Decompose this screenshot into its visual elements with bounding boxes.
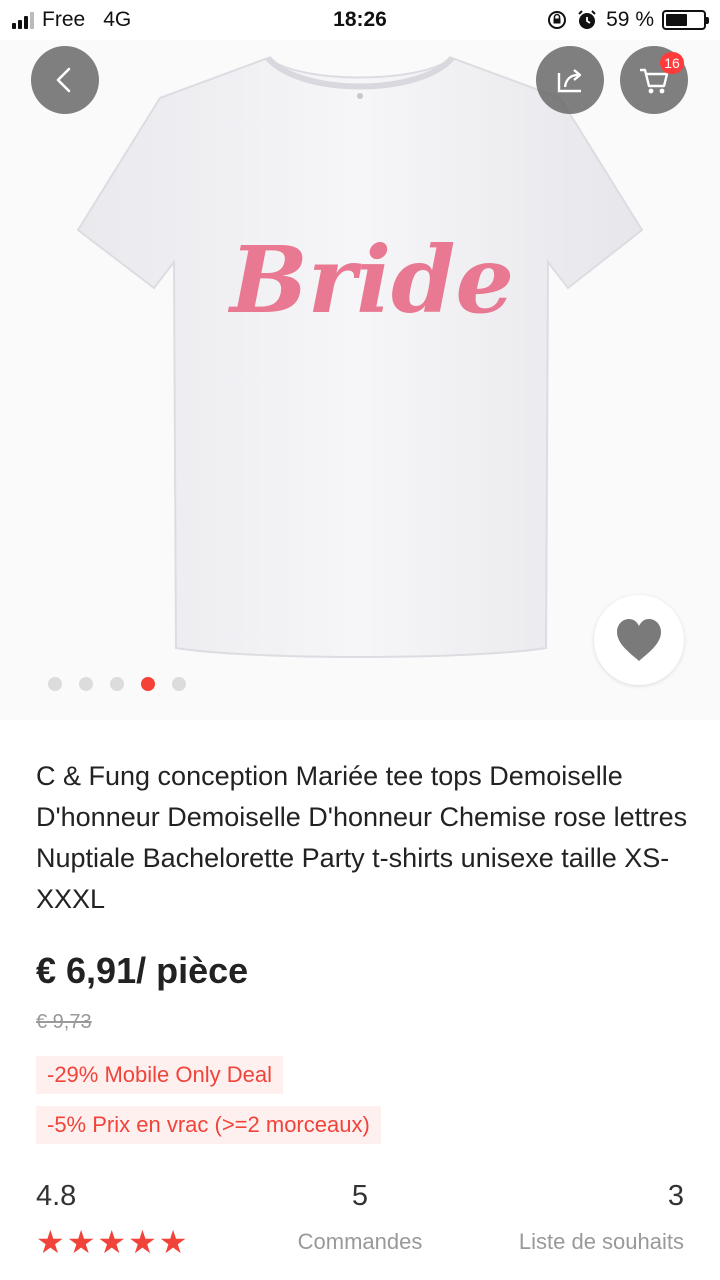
star-icon: ★ (66, 1224, 96, 1260)
star-rating: ★ ★ ★ ★ ★ (36, 1224, 188, 1260)
cart-count-badge: 16 (660, 52, 684, 74)
product-image-gallery[interactable]: Bride 16 (0, 40, 720, 720)
slide-dot[interactable] (79, 677, 93, 691)
orders-label: Commandes (297, 1229, 423, 1254)
star-icon: ★ (36, 1224, 65, 1260)
heart-icon (617, 619, 661, 661)
cart-button[interactable]: 16 (620, 46, 688, 114)
product-title: C & Fung conception Mariée tee tops Demo… (36, 761, 688, 914)
wishlist-count: 3 (667, 1180, 684, 1212)
orders-count: 5 (351, 1180, 369, 1212)
rotation-lock-icon (548, 11, 567, 29)
slide-dot[interactable] (172, 677, 186, 691)
slide-indicator (48, 677, 186, 691)
slide-dot[interactable] (110, 677, 124, 691)
share-icon (557, 69, 582, 93)
rating-value: 4.8 (36, 1180, 77, 1212)
share-button[interactable] (536, 46, 604, 114)
slide-dot[interactable] (48, 677, 62, 691)
product-stats: 4.8 ★ ★ ★ ★ ★ 5 Commandes 3 Liste de sou… (0, 1180, 720, 1280)
star-icon: ★ (128, 1224, 157, 1260)
mobile-deal-badge: -29% Mobile Only Deal (36, 1056, 283, 1094)
star-icon: ★ (158, 1224, 188, 1260)
wishlist-block[interactable]: 3 Liste de souhaits (519, 1180, 684, 1255)
wishlist-label: Liste de souhaits (518, 1229, 684, 1254)
back-button[interactable] (31, 46, 99, 114)
status-bar: Free 4G 18:26 59 % (0, 0, 720, 40)
star-icon: ★ (97, 1224, 127, 1260)
battery-percent: 59 % (606, 8, 654, 31)
orders-block[interactable]: 5 Commandes (260, 1180, 460, 1255)
back-arrow-icon (56, 67, 71, 93)
slide-dot-active[interactable] (141, 677, 155, 691)
wishlist-button[interactable] (594, 595, 684, 685)
alarm-icon (578, 10, 596, 29)
rating-block[interactable]: 4.8 ★ ★ ★ ★ ★ (36, 1180, 188, 1260)
original-price: € 9,73 (36, 1011, 92, 1033)
bulk-price-badge: -5% Prix en vrac (>=2 morceaux) (36, 1106, 381, 1144)
battery-icon (662, 10, 709, 30)
product-price: € 6,91/ pièce (36, 950, 249, 991)
tshirt-print-text: Bride (227, 226, 514, 334)
